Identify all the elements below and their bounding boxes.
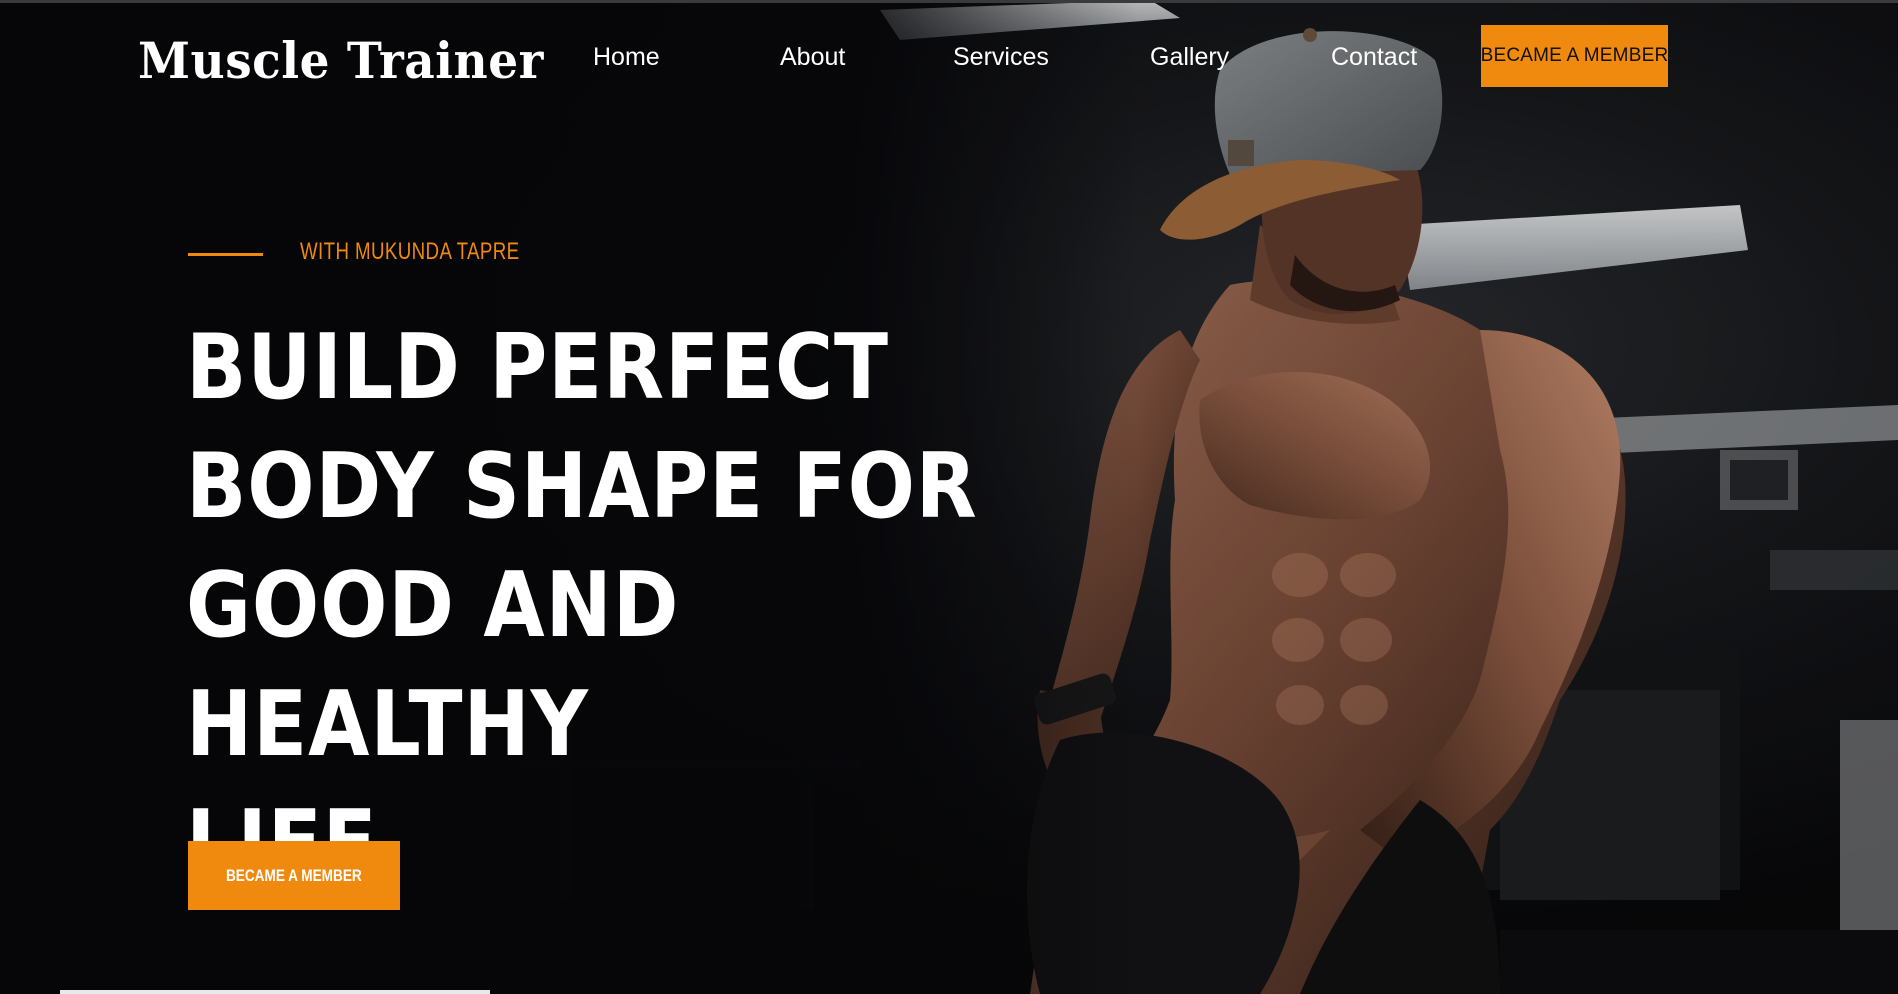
scroll-indicator-bar <box>60 990 490 994</box>
hero-become-member-button[interactable]: BECAME A MEMBER <box>188 841 400 910</box>
headline-line: GOOD AND HEALTHY <box>186 553 680 777</box>
nav-link-contact[interactable]: Contact <box>1331 43 1417 72</box>
hero-tagline: WITH MUKUNDA TAPRE <box>300 238 520 265</box>
window-top-strip <box>0 0 1898 3</box>
hero-cta-label: BECAME A MEMBER <box>226 865 362 885</box>
hero-headline: BUILD PERFECT BODY SHAPE FOR GOOD AND HE… <box>186 308 978 903</box>
nav-link-gallery[interactable]: Gallery <box>1150 43 1229 72</box>
nav-become-member-button[interactable]: BECAME A MEMBER <box>1481 25 1668 87</box>
tagline-divider <box>188 253 263 256</box>
site-logo[interactable]: Muscle Trainer <box>138 33 544 91</box>
headline-line: BODY SHAPE FOR <box>186 434 978 539</box>
nav-link-about[interactable]: About <box>780 43 845 72</box>
nav-link-home[interactable]: Home <box>593 43 660 72</box>
landing-page: Muscle Trainer Home About Services Galle… <box>0 0 1898 994</box>
nav-link-services[interactable]: Services <box>953 43 1049 72</box>
headline-line: BUILD PERFECT <box>186 315 889 420</box>
